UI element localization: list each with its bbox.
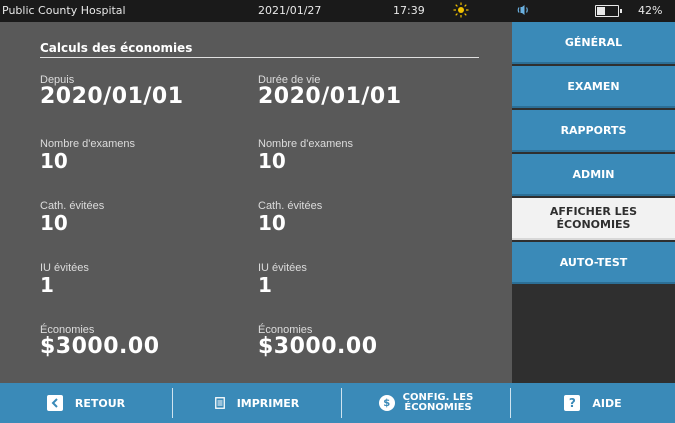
menu-item-reports[interactable]: RAPPORTS: [512, 110, 675, 152]
stat-value: 10: [40, 211, 68, 235]
menu-item-admin[interactable]: ADMIN: [512, 154, 675, 196]
brightness-icon[interactable]: [453, 2, 469, 18]
stat-value: 1: [258, 273, 272, 297]
status-bar: Public County Hospital 2021/01/27 17:39 …: [0, 0, 675, 22]
stat-savings: Économies $3000.00: [40, 324, 160, 358]
stat-uti-avoided: IU évitées 1: [40, 262, 89, 296]
section-divider: [40, 57, 479, 58]
stat-value: 10: [40, 149, 68, 173]
stat-lifetime-uti-avoided: IU évitées 1: [258, 262, 307, 296]
menu-item-exam[interactable]: EXAMEN: [512, 66, 675, 108]
stat-since: Depuis 2020/01/01: [40, 74, 184, 108]
print-button[interactable]: IMPRIMER: [173, 383, 341, 423]
dollar-icon: $: [378, 395, 395, 411]
stat-value: 10: [258, 211, 286, 235]
battery-fill: [597, 7, 605, 15]
stat-lifetime-cath-avoided: Cath. évitées 10: [258, 200, 322, 234]
stat-value: $3000.00: [258, 334, 378, 359]
stat-lifetime-exam-count: Nombre d'examens 10: [258, 138, 353, 172]
stat-value: 2020/01/01: [258, 84, 402, 109]
menu-item-self-test[interactable]: AUTO-TEST: [512, 242, 675, 284]
chevron-left-icon: [46, 395, 63, 411]
footer-toolbar: RETOUR IMPRIMER $ CONFIG. LES ÉCONOMIES …: [0, 383, 675, 423]
stat-value: 2020/01/01: [40, 84, 184, 109]
print-label: IMPRIMER: [236, 396, 300, 410]
status-time: 17:39: [393, 4, 425, 17]
config-label-line2: ÉCONOMIES: [404, 402, 472, 413]
settings-menu: GÉNÉRAL EXAMEN RAPPORTS ADMIN AFFICHER L…: [512, 22, 675, 383]
back-label: RETOUR: [74, 396, 126, 410]
stat-lifetime-savings: Économies $3000.00: [258, 324, 378, 358]
stat-lifetime: Durée de vie 2020/01/01: [258, 74, 402, 108]
status-date: 2021/01/27: [258, 4, 322, 17]
config-savings-button[interactable]: $ CONFIG. LES ÉCONOMIES: [342, 383, 510, 423]
stat-value: 1: [40, 273, 54, 297]
help-button[interactable]: ? AIDE: [511, 383, 675, 423]
stat-exam-count: Nombre d'examens 10: [40, 138, 135, 172]
battery-percent: 42%: [638, 4, 663, 17]
stat-value: 10: [258, 149, 286, 173]
help-icon: ?: [564, 395, 581, 411]
back-button[interactable]: RETOUR: [0, 383, 172, 423]
menu-item-general[interactable]: GÉNÉRAL: [512, 22, 675, 64]
savings-panel: Calculs des économies Depuis 2020/01/01 …: [0, 22, 512, 383]
battery-icon: [595, 5, 622, 17]
section-title: Calculs des économies: [40, 41, 193, 55]
stat-value: $3000.00: [40, 334, 160, 359]
volume-icon[interactable]: [516, 2, 532, 18]
hospital-name: Public County Hospital: [2, 4, 126, 17]
stat-cath-avoided: Cath. évitées 10: [40, 200, 104, 234]
config-savings-label: CONFIG. LES ÉCONOMIES: [403, 393, 474, 413]
menu-item-show-savings[interactable]: AFFICHER LES ÉCONOMIES: [512, 198, 675, 240]
help-label: AIDE: [592, 396, 622, 410]
print-icon: [214, 397, 225, 409]
